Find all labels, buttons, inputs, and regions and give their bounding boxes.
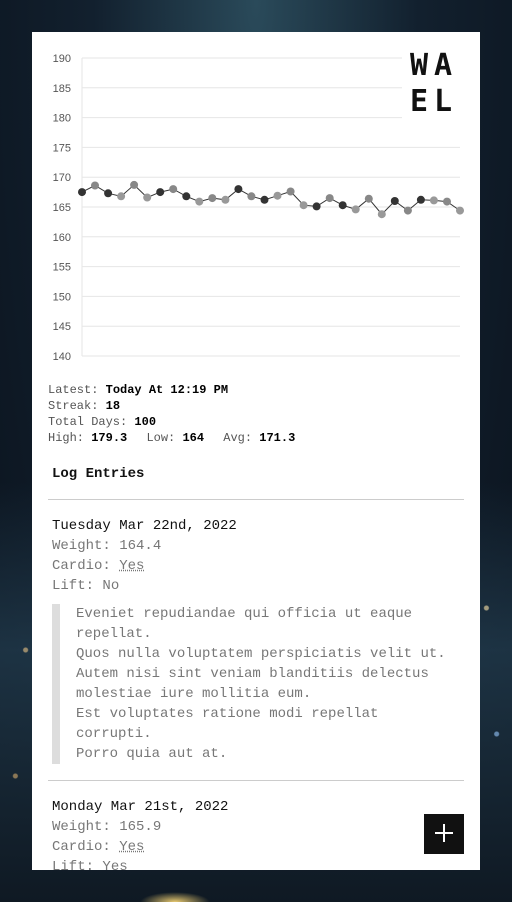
latest-label: Latest: <box>48 383 99 397</box>
entry-weight: Weight: 165.9 <box>52 819 162 835</box>
data-point[interactable] <box>143 193 152 202</box>
y-tick-label: 185 <box>53 83 71 95</box>
entry-cardio: Cardio: Yes <box>52 558 145 574</box>
background-light <box>140 892 210 902</box>
streak-value: 18 <box>105 399 121 413</box>
data-point[interactable] <box>208 194 217 203</box>
avg-label: Avg: <box>223 431 253 445</box>
total-days-label: Total Days: <box>48 415 128 429</box>
data-point[interactable] <box>325 194 334 203</box>
data-point[interactable] <box>221 195 230 204</box>
log-entry[interactable]: Monday Mar 21st, 2022 Weight: 165.9 Card… <box>52 797 462 870</box>
data-point[interactable] <box>377 210 386 219</box>
data-point[interactable] <box>351 205 360 214</box>
data-point[interactable] <box>182 192 191 201</box>
data-point[interactable] <box>169 185 178 194</box>
data-point[interactable] <box>117 192 126 201</box>
data-point[interactable] <box>403 206 412 215</box>
note-line: Porro quia aut at. <box>76 746 228 762</box>
data-point[interactable] <box>234 185 243 194</box>
entry-lift: Lift: No <box>52 578 120 594</box>
low-value: 164 <box>182 431 205 445</box>
entry-weight-value: 165.9 <box>119 819 162 835</box>
entry-weight: Weight: 164.4 <box>52 538 162 554</box>
weight-chart: 190 185 180 175 170 165 160 155 150 145 140 WAEL <box>32 32 480 372</box>
data-point[interactable] <box>456 206 464 215</box>
data-point[interactable] <box>416 195 425 204</box>
y-tick-label: 145 <box>53 321 71 333</box>
data-point[interactable] <box>91 181 99 190</box>
main-panel[interactable]: 190 185 180 175 170 165 160 155 150 145 140 WAEL L… <box>32 32 480 870</box>
plus-icon <box>434 823 454 846</box>
data-point[interactable] <box>286 187 295 196</box>
low-label: Low: <box>146 431 176 445</box>
entry-date: Tuesday Mar 22nd, 2022 <box>52 518 237 534</box>
entry-lift: Lift: Yes <box>52 857 462 870</box>
divider <box>48 780 464 781</box>
data-point[interactable] <box>260 195 269 204</box>
entry-cardio: Cardio: Yes <box>52 839 145 855</box>
data-point[interactable] <box>338 201 347 210</box>
note-line: Quos nulla voluptatem perspiciatis velit… <box>76 646 446 662</box>
app-logo: WAEL <box>402 46 464 122</box>
note-line: Eveniet repudiandae qui officia ut eaque… <box>76 606 413 642</box>
y-tick-label: 140 <box>53 351 71 363</box>
data-point[interactable] <box>364 194 373 203</box>
entry-weight-value: 164.4 <box>119 538 162 554</box>
entry-date: Monday Mar 21st, 2022 <box>52 799 229 815</box>
high-label: High: <box>48 431 85 445</box>
y-tick-label: 150 <box>53 291 71 303</box>
data-point[interactable] <box>130 180 139 189</box>
note-line: Autem nisi sint veniam blanditiis delect… <box>76 666 429 702</box>
entry-lift-value: Yes <box>102 859 128 870</box>
y-tick-label: 180 <box>53 113 71 125</box>
series-line <box>81 184 461 215</box>
entry-cardio-value: Yes <box>119 558 145 574</box>
y-tick-label: 175 <box>53 142 71 154</box>
stats-summary: Latest: Today At 12:19 PM Streak: 18 Tot… <box>48 382 295 446</box>
data-point[interactable] <box>156 188 165 197</box>
add-entry-button[interactable] <box>424 814 464 854</box>
y-tick-label: 160 <box>53 232 71 244</box>
data-point[interactable] <box>390 197 399 205</box>
high-value: 179.3 <box>91 431 128 445</box>
y-tick-label: 190 <box>53 53 71 65</box>
y-tick-label: 165 <box>53 202 71 214</box>
data-point[interactable] <box>443 197 451 206</box>
data-point[interactable] <box>273 191 282 200</box>
note-line: Est voluptates ratione modi repellat cor… <box>76 706 379 742</box>
data-point[interactable] <box>104 189 113 198</box>
data-point[interactable] <box>312 202 321 211</box>
data-point[interactable] <box>195 197 204 206</box>
entry-lift-value: No <box>102 578 120 594</box>
entry-notes: Eveniet repudiandae qui officia ut eaque… <box>52 604 462 764</box>
avg-value: 171.3 <box>259 431 296 445</box>
data-point[interactable] <box>429 196 438 205</box>
log-entry[interactable]: Tuesday Mar 22nd, 2022 Weight: 164.4 Car… <box>52 516 462 764</box>
y-tick-label: 155 <box>53 262 71 274</box>
data-point[interactable] <box>247 192 256 201</box>
latest-value: Today At 12:19 PM <box>105 383 229 397</box>
total-days-value: 100 <box>134 415 157 429</box>
data-point[interactable] <box>78 188 86 197</box>
divider <box>48 499 464 500</box>
log-entries-title: Log Entries <box>52 466 145 482</box>
y-tick-label: 170 <box>53 172 71 184</box>
entry-cardio-value: Yes <box>119 839 145 855</box>
streak-label: Streak: <box>48 399 99 413</box>
data-point[interactable] <box>299 201 308 210</box>
